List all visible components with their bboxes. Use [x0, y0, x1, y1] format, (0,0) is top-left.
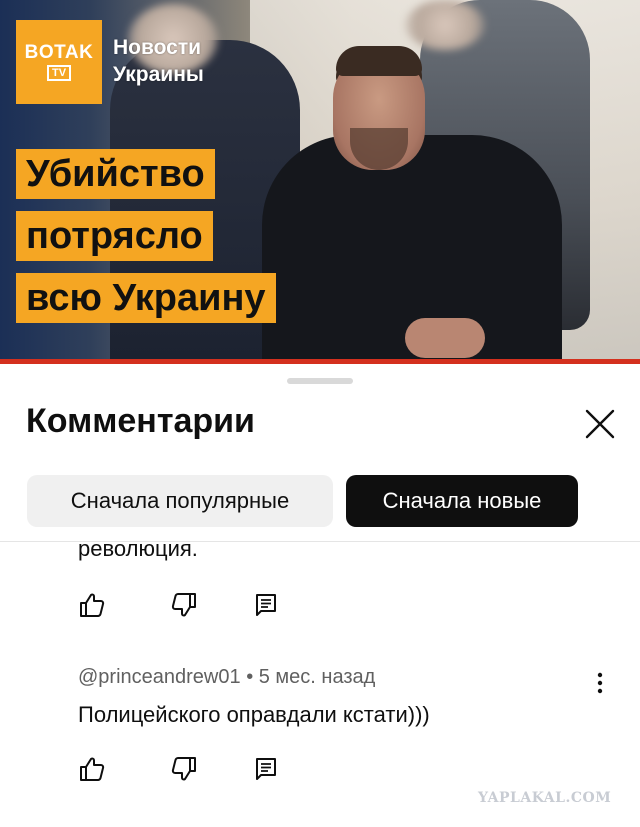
like-button[interactable]	[78, 591, 106, 619]
logo-text: BOTAK	[24, 42, 94, 63]
like-button[interactable]	[78, 755, 106, 783]
dislike-button[interactable]	[170, 755, 198, 783]
channel-name-line2: Украины	[113, 63, 204, 86]
comment-text: Полицейского оправдали кстати)))	[78, 702, 430, 727]
channel-name-line1: Новости	[113, 36, 202, 59]
channel-logo: BOTAK TV	[16, 20, 102, 104]
comments-sheet: Комментарии Сначала популярные Сначала н…	[0, 364, 640, 827]
comment-author[interactable]: @princeandrew01	[78, 666, 241, 688]
logo-tv-text: TV	[46, 65, 72, 81]
close-icon	[585, 409, 615, 439]
comment-menu-button[interactable]	[588, 671, 612, 695]
comment-time: 5 мес. назад	[258, 666, 376, 688]
close-button[interactable]	[580, 404, 620, 444]
watermark: YAPLAKAL.COM	[478, 790, 612, 806]
sort-chip-newest[interactable]: Сначала новые	[346, 475, 578, 527]
reply-icon	[256, 758, 276, 780]
headline-line-1: Убийство	[16, 149, 215, 199]
dislike-icon	[171, 593, 196, 617]
like-icon	[80, 757, 105, 781]
video-man-hair-top	[336, 46, 422, 76]
video-player[interactable]: BOTAK TV Новости Украины Убийство потряс…	[0, 0, 640, 364]
drag-handle[interactable]	[287, 378, 353, 384]
dislike-icon	[171, 757, 196, 781]
reply-icon	[256, 594, 276, 616]
reply-button[interactable]	[252, 755, 280, 783]
video-hands	[405, 318, 485, 358]
dislike-button[interactable]	[170, 591, 198, 619]
meta-separator: •	[246, 666, 259, 688]
comments-title: Комментарии	[26, 402, 255, 440]
channel-name: Новости Украины	[113, 34, 204, 88]
sort-chip-popular[interactable]: Сначала популярные	[27, 475, 333, 527]
comment-meta: @princeandrew01 • 5 мес. назад	[78, 666, 375, 689]
more-vert-icon	[597, 672, 603, 694]
headline-line-2: потрясло	[16, 211, 213, 261]
reply-button[interactable]	[252, 591, 280, 619]
headline-line-3: всю Украину	[16, 273, 276, 323]
like-icon	[80, 593, 105, 617]
blurred-face	[405, 0, 485, 50]
comment-text: революция.	[78, 536, 198, 561]
